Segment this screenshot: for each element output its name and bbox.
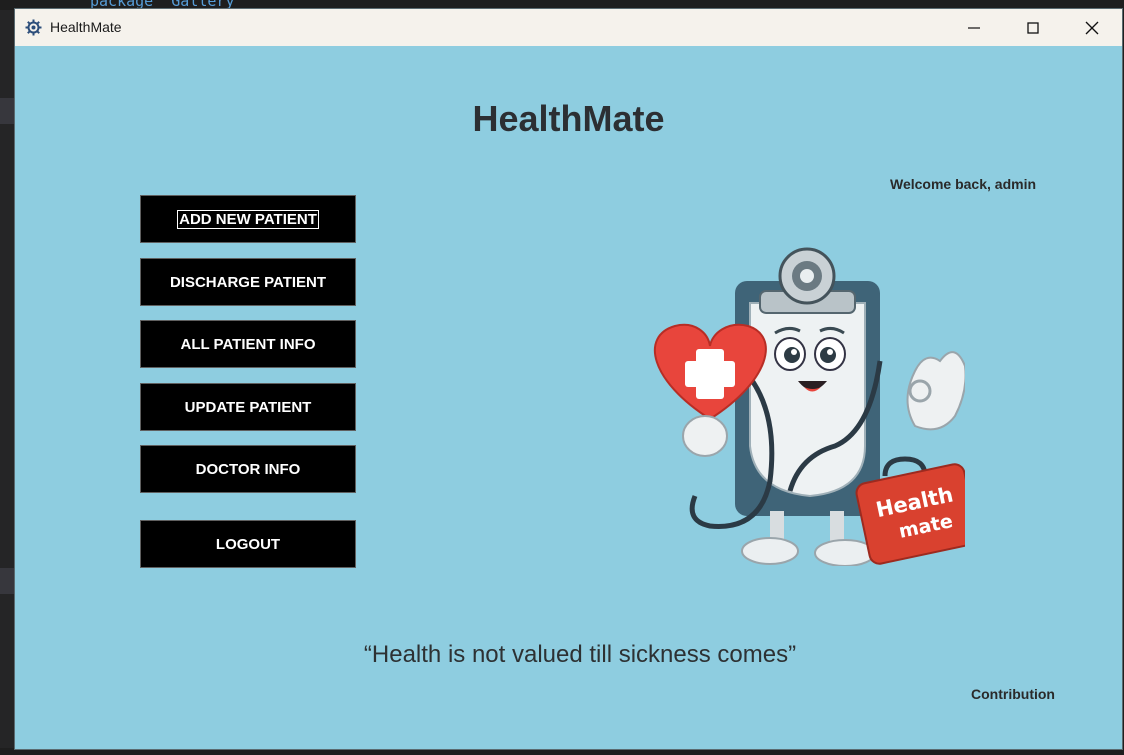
window-title: HealthMate	[50, 19, 122, 35]
button-label: DOCTOR INFO	[195, 460, 301, 478]
doctor-info-button[interactable]: DOCTOR INFO	[140, 445, 356, 493]
contribution-link[interactable]: Contribution	[971, 686, 1055, 702]
discharge-patient-button[interactable]: DISCHARGE PATIENT	[140, 258, 356, 306]
app-window: HealthMate HealthMate Welcome back, admi…	[15, 9, 1122, 749]
clipboard-paper	[749, 302, 866, 498]
add-new-patient-button[interactable]: ADD NEW PATIENT	[140, 195, 356, 243]
logout-button[interactable]: LOGOUT	[140, 520, 356, 568]
button-label: LOGOUT	[215, 535, 281, 553]
all-patient-info-button[interactable]: ALL PATIENT INFO	[140, 320, 356, 368]
gear-icon	[25, 19, 42, 36]
mascot-shoe	[741, 537, 799, 565]
minimize-icon	[968, 26, 980, 29]
button-label: ADD NEW PATIENT	[177, 209, 319, 229]
mascot-illustration: Health mate	[653, 247, 965, 566]
mascot-shoe	[814, 539, 876, 566]
button-label: DISCHARGE PATIENT	[169, 273, 327, 291]
main-panel: HealthMate Welcome back, admin ADD NEW P…	[15, 46, 1122, 749]
editor-gutter	[0, 10, 15, 755]
welcome-message: Welcome back, admin	[890, 176, 1037, 192]
close-button[interactable]	[1063, 9, 1121, 46]
maximize-icon	[1027, 21, 1039, 34]
editor-gutter-mark	[0, 98, 15, 124]
button-label: ALL PATIENT INFO	[180, 335, 316, 353]
button-label: UPDATE PATIENT	[184, 398, 312, 416]
editor-gutter-mark	[0, 568, 15, 594]
update-patient-button[interactable]: UPDATE PATIENT	[140, 383, 356, 431]
maximize-button[interactable]	[1004, 9, 1062, 46]
ok-hand-icon	[906, 351, 965, 431]
mascot-glove	[682, 415, 728, 457]
close-icon	[1085, 21, 1099, 34]
editor-bottom-strip	[0, 748, 1124, 755]
page-title: HealthMate	[472, 98, 665, 139]
title-bar[interactable]: HealthMate	[15, 9, 1122, 46]
minimize-button[interactable]	[945, 9, 1003, 46]
quote-text: “Health is not valued till sickness come…	[363, 641, 797, 668]
